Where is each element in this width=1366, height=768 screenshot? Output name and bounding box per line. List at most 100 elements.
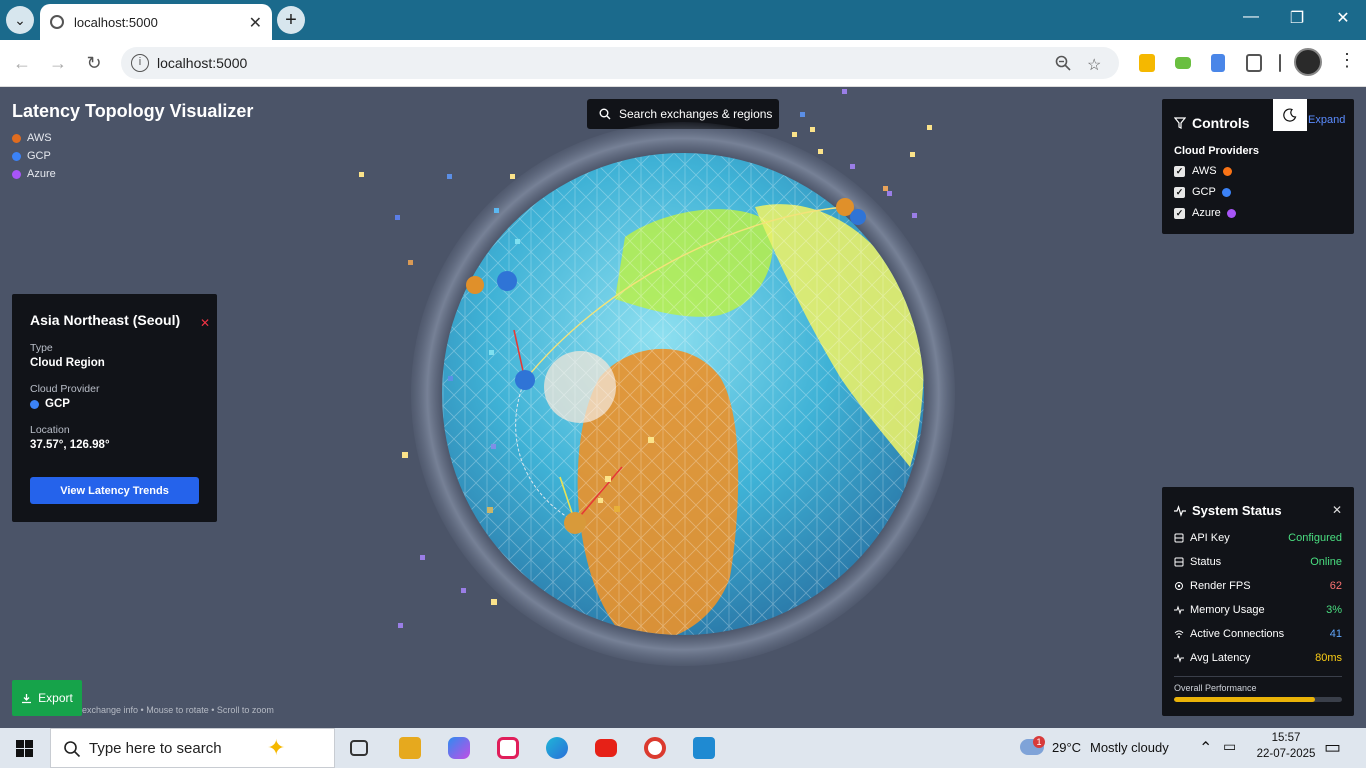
exchange-marker[interactable] bbox=[420, 555, 425, 560]
legend-dot-azure bbox=[12, 169, 21, 179]
browser-tab[interactable]: localhost:5000 ✕ bbox=[40, 4, 272, 40]
legend-label: Azure bbox=[27, 168, 56, 180]
legend-item-gcp: GCP bbox=[12, 147, 56, 165]
region-marker-gcp-seoul[interactable] bbox=[515, 370, 535, 390]
notification-icon[interactable]: ▭ bbox=[1324, 737, 1341, 758]
taskbar-time[interactable]: 15:57 bbox=[1256, 732, 1316, 744]
more-menu-icon[interactable]: ⋮ bbox=[1338, 50, 1356, 70]
theme-toggle-button[interactable] bbox=[1273, 99, 1307, 131]
back-button[interactable]: ← bbox=[11, 52, 33, 74]
exchange-marker[interactable] bbox=[489, 350, 494, 355]
exchange-marker[interactable] bbox=[818, 149, 823, 154]
battery-icon[interactable]: ▭ bbox=[1223, 738, 1236, 755]
close-window-button[interactable]: ✕ bbox=[1328, 8, 1358, 28]
exchange-marker[interactable] bbox=[887, 191, 892, 196]
exchange-marker[interactable] bbox=[398, 623, 403, 628]
performance-bar-fill bbox=[1174, 697, 1316, 702]
region-marker-gcp[interactable] bbox=[497, 271, 517, 291]
export-button[interactable]: Export bbox=[12, 680, 82, 716]
new-tab-button[interactable]: + bbox=[277, 6, 305, 34]
profile-avatar[interactable] bbox=[1294, 48, 1322, 76]
weather-temperature[interactable]: 29°C bbox=[1052, 740, 1081, 755]
detail-type-label: Type bbox=[30, 342, 53, 354]
exchange-marker[interactable] bbox=[491, 444, 496, 449]
extension-icon-3[interactable] bbox=[1211, 54, 1225, 72]
taskbar-search-placeholder: Type here to search bbox=[89, 739, 222, 757]
exchange-marker[interactable] bbox=[912, 213, 917, 218]
exchange-marker[interactable] bbox=[448, 376, 453, 381]
bookmark-star-icon[interactable]: ☆ bbox=[1087, 55, 1101, 75]
exchange-marker[interactable] bbox=[402, 452, 408, 458]
forward-button[interactable]: → bbox=[47, 52, 69, 74]
exchange-marker[interactable] bbox=[447, 174, 452, 179]
site-info-icon[interactable]: i bbox=[131, 54, 149, 72]
file-explorer-icon[interactable] bbox=[399, 737, 421, 759]
edge-icon[interactable] bbox=[546, 737, 568, 759]
exchange-marker[interactable] bbox=[510, 174, 515, 179]
taskbar-date[interactable]: 22-07-2025 bbox=[1250, 748, 1322, 760]
restore-window-button[interactable]: ❐ bbox=[1282, 8, 1312, 28]
show-hidden-icons-icon[interactable]: ⌃ bbox=[1199, 738, 1212, 758]
exchange-marker[interactable] bbox=[883, 186, 888, 191]
exchange-marker[interactable] bbox=[515, 239, 520, 244]
expand-controls-link[interactable]: Expand bbox=[1308, 114, 1345, 126]
close-status-icon[interactable]: ✕ bbox=[1332, 503, 1342, 517]
checkbox-azure[interactable]: ✓ bbox=[1174, 207, 1185, 219]
exchange-marker[interactable] bbox=[800, 112, 805, 117]
tab-search-menu-button[interactable]: ⌄ bbox=[6, 6, 34, 34]
address-bar[interactable]: i localhost:5000 ☆ bbox=[121, 47, 1119, 79]
activity-icon bbox=[1174, 504, 1186, 517]
taskbar-search-box[interactable]: Type here to search ✦ bbox=[50, 728, 335, 768]
puzzle-extensions-icon[interactable] bbox=[1246, 54, 1262, 72]
checkbox-aws[interactable]: ✓ bbox=[1174, 165, 1185, 177]
provider-filter-gcp[interactable]: ✓ GCP bbox=[1174, 185, 1342, 199]
task-view-icon[interactable] bbox=[350, 740, 368, 756]
checkbox-gcp[interactable]: ✓ bbox=[1174, 186, 1185, 198]
exchange-marker[interactable] bbox=[598, 498, 603, 503]
exchange-marker[interactable] bbox=[408, 260, 413, 265]
region-marker-aws[interactable] bbox=[466, 276, 484, 294]
extension-icon-1[interactable] bbox=[1139, 54, 1155, 72]
extension-icon-2[interactable] bbox=[1175, 57, 1191, 69]
chrome-icon[interactable] bbox=[644, 737, 666, 759]
provider-filter-azure[interactable]: ✓ Azure bbox=[1174, 206, 1342, 220]
youtube-icon[interactable] bbox=[595, 739, 617, 757]
provider-filter-aws[interactable]: ✓ AWS bbox=[1174, 164, 1342, 178]
exchange-marker[interactable] bbox=[792, 132, 797, 137]
minimize-window-button[interactable]: — bbox=[1236, 8, 1266, 26]
exchange-marker[interactable] bbox=[491, 599, 497, 605]
exchange-marker[interactable] bbox=[359, 172, 364, 177]
exchange-marker[interactable] bbox=[614, 506, 620, 512]
zoom-icon[interactable] bbox=[1055, 55, 1071, 76]
exchange-marker[interactable] bbox=[395, 215, 400, 220]
download-icon bbox=[22, 693, 32, 703]
reload-button[interactable]: ↻ bbox=[83, 52, 105, 74]
region-marker-aws[interactable] bbox=[564, 512, 586, 534]
exchange-marker[interactable] bbox=[842, 89, 847, 94]
status-row-connections: Active Connections 41 bbox=[1174, 622, 1342, 646]
globe-canvas[interactable] bbox=[300, 87, 1000, 728]
exchange-marker[interactable] bbox=[461, 588, 466, 593]
exchange-marker[interactable] bbox=[927, 125, 932, 130]
exchange-marker[interactable] bbox=[910, 152, 915, 157]
exchange-marker[interactable] bbox=[494, 208, 499, 213]
windows-start-icon[interactable] bbox=[16, 740, 33, 757]
view-latency-trends-button[interactable]: View Latency Trends bbox=[30, 477, 199, 504]
exchange-marker[interactable] bbox=[648, 437, 654, 443]
divider bbox=[1174, 676, 1342, 677]
close-detail-icon[interactable]: ✕ bbox=[200, 316, 210, 330]
exchange-marker[interactable] bbox=[810, 127, 815, 132]
windows-taskbar: Type here to search ✦ 1 29°C Mostly clou… bbox=[0, 728, 1366, 768]
region-marker-gcp[interactable] bbox=[850, 209, 866, 225]
browser-tab-bar: ⌄ localhost:5000 ✕ + — ❐ ✕ bbox=[0, 0, 1366, 40]
exchange-marker[interactable] bbox=[850, 164, 855, 169]
vscode-icon[interactable] bbox=[693, 737, 715, 759]
exchange-marker[interactable] bbox=[487, 507, 493, 513]
exchange-marker[interactable] bbox=[605, 476, 611, 482]
slack-icon[interactable] bbox=[497, 737, 519, 759]
performance-label: Overall Performance bbox=[1174, 683, 1257, 693]
status-value: Configured bbox=[1288, 532, 1342, 544]
weather-description[interactable]: Mostly cloudy bbox=[1090, 740, 1169, 755]
copilot-icon[interactable] bbox=[448, 737, 470, 759]
close-tab-icon[interactable]: ✕ bbox=[249, 13, 262, 33]
